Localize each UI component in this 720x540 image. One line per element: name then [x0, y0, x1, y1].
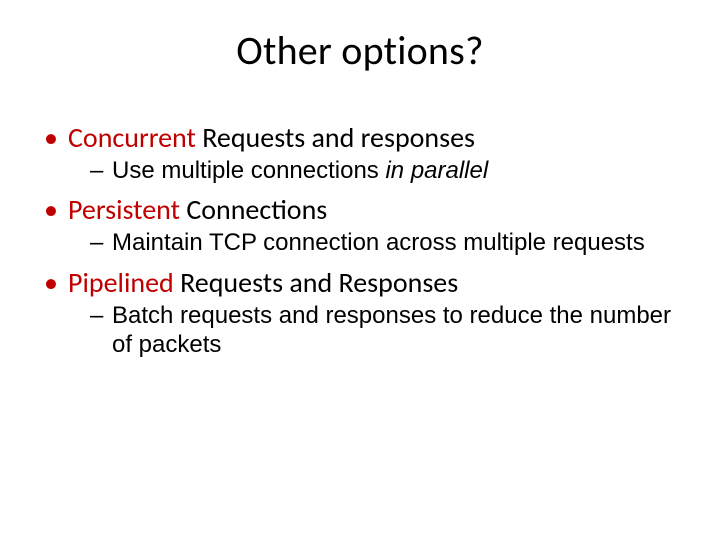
sub-text: Maintain TCP connection across multiple …: [112, 229, 645, 256]
sub-list: Batch requests and responses to reduce t…: [68, 301, 680, 360]
sub-item: Batch requests and responses to reduce t…: [90, 301, 680, 360]
bullet-text: Connections: [180, 192, 327, 227]
bullet-highlight: Concurrent: [68, 120, 196, 155]
sub-item: Maintain TCP connection across multiple …: [90, 228, 680, 257]
sub-list: Use multiple connections in parallel: [68, 156, 680, 185]
sub-text: Use multiple connections: [112, 157, 385, 184]
bullet-item: Concurrent Requests and responses Use mu…: [40, 121, 680, 185]
sub-item: Use multiple connections in parallel: [90, 156, 680, 185]
bullet-list: Concurrent Requests and responses Use mu…: [40, 121, 680, 359]
sub-text: Batch requests and responses to reduce t…: [112, 302, 671, 358]
slide-title: Other options?: [40, 26, 680, 75]
bullet-highlight: Pipelined: [68, 265, 174, 300]
bullet-text: Requests and Responses: [174, 265, 458, 300]
slide: Other options? Concurrent Requests and r…: [0, 0, 720, 540]
sub-italic: in parallel: [385, 157, 488, 184]
bullet-item: Pipelined Requests and Responses Batch r…: [40, 266, 680, 360]
bullet-item: Persistent Connections Maintain TCP conn…: [40, 193, 680, 257]
bullet-text: Requests and responses: [196, 120, 475, 155]
sub-list: Maintain TCP connection across multiple …: [68, 228, 680, 257]
bullet-highlight: Persistent: [68, 192, 180, 227]
